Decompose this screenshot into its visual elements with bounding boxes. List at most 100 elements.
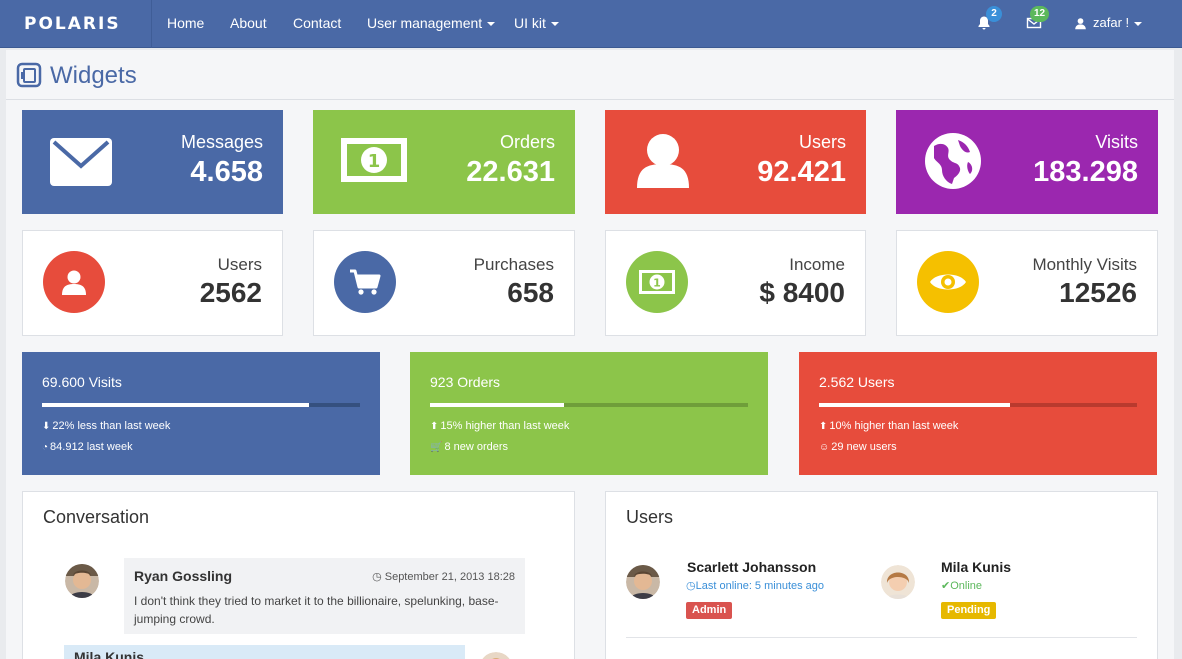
stat-card-messages: Messages 4.658: [22, 110, 283, 214]
message-bubble: Ryan Gossling ◷ September 21, 2013 18:28…: [124, 558, 525, 634]
panel-title: Users: [626, 507, 674, 527]
info-card-income: 1 Income $ 8400: [605, 230, 866, 336]
message-author: Mila Kunis: [74, 649, 145, 659]
user-name[interactable]: Scarlett Johansson: [687, 559, 816, 575]
user-menu-label: zafar !: [1093, 15, 1130, 30]
progress-line-1: ⬆ 15% higher than last week: [430, 420, 569, 432]
progress-card-visits: 69.600 Visits ⬇ 22% less than last week ◔…: [22, 352, 380, 475]
nav-user-management[interactable]: User management: [367, 0, 496, 48]
nav-about[interactable]: About: [230, 0, 267, 48]
avatar: [479, 652, 513, 659]
message-time-text: September 21, 2013 18:28: [384, 571, 515, 583]
money-icon: 1: [639, 270, 675, 294]
message-bubble-reply: Mila Kunis: [64, 645, 465, 659]
progress-title: 69.600 Visits: [42, 374, 122, 390]
user-icon: [1075, 18, 1086, 30]
avatar-image: [881, 565, 915, 599]
progress-fill: [430, 403, 564, 407]
avatar-image: [65, 564, 99, 598]
message-text: I don't think they tried to market it to…: [134, 594, 499, 626]
money-icon: 1: [341, 138, 407, 182]
card-value: 2562: [199, 277, 262, 308]
arrow-up-circle-icon: ⬆: [430, 420, 439, 432]
arrow-up-circle-icon: ⬆: [819, 420, 828, 432]
progress-line-1-text: 15% higher than last week: [440, 420, 570, 432]
progress-fill: [42, 403, 310, 407]
avatar-image: [626, 565, 660, 599]
progress-line-2: ☺ 29 new users: [819, 441, 897, 453]
user-status: ✔Online: [941, 579, 982, 592]
divider: [626, 637, 1137, 638]
stat-card-users: Users 92.421: [605, 110, 866, 214]
info-card-purchases: Purchases 658: [313, 230, 575, 336]
progress-line-2-text: 84.912 last week: [50, 441, 133, 453]
card-value: 658: [507, 277, 554, 308]
page-title: Widgets: [50, 62, 137, 89]
notifications-badge: 2: [986, 6, 1002, 22]
stat-label: Messages: [180, 132, 263, 152]
globe-icon: [925, 133, 981, 189]
user-icon: [637, 134, 689, 188]
nav-home-label: Home: [167, 15, 205, 31]
cart-icon: [350, 269, 381, 295]
progress-line-1-text: 22% less than last week: [52, 420, 171, 432]
nav-user-management-label: User management: [367, 15, 483, 31]
nav-home[interactable]: Home: [167, 0, 204, 48]
page-header: Widgets: [6, 50, 1174, 100]
card-value: $ 8400: [759, 277, 845, 308]
user-name[interactable]: Mila Kunis: [941, 559, 1011, 575]
card-label: Monthly Visits: [1032, 255, 1137, 274]
progress-title: 2.562 Users: [819, 374, 895, 390]
card-value: 12526: [1059, 277, 1137, 308]
chevron-down-icon: [487, 22, 496, 27]
stat-label: Visits: [1095, 132, 1138, 152]
nav-contact[interactable]: Contact: [293, 0, 341, 48]
user-status-text: Last online: 5 minutes ago: [695, 580, 825, 592]
avatar: [65, 564, 99, 598]
card-label: Users: [217, 255, 262, 274]
stat-label: Users: [798, 132, 846, 152]
panel-title: Conversation: [43, 507, 150, 527]
stat-value: 22.631: [466, 156, 555, 188]
users-panel: Users Scarlett Johansson ◷Last online: 5…: [605, 491, 1158, 659]
progress-bar: [819, 403, 1137, 407]
chevron-down-icon: [1134, 21, 1143, 26]
top-navbar: POLARIS Home About Contact User manageme…: [0, 0, 1182, 48]
message-time: ◷ September 21, 2013 18:28: [372, 570, 515, 583]
users-icon: ☺: [819, 441, 830, 453]
stat-card-visits: Visits 183.298: [896, 110, 1158, 214]
avatar: [881, 565, 915, 599]
progress-line-2-text: 29 new users: [831, 441, 897, 453]
progress-bar: [430, 403, 748, 407]
clock-icon: ◷: [686, 580, 696, 592]
user-status: ◷Last online: 5 minutes ago: [686, 579, 824, 592]
svg-text:1: 1: [653, 277, 661, 290]
card-label: Income: [789, 255, 845, 274]
progress-title: 923 Orders: [430, 374, 501, 390]
user-icon: [62, 270, 86, 295]
brand-name: POLARIS: [24, 14, 121, 34]
progress-fill: [819, 403, 1010, 407]
card-icon-circle: [43, 251, 105, 313]
svg-text:1: 1: [368, 151, 381, 172]
brand-logo[interactable]: POLARIS: [0, 0, 152, 48]
progress-card-users: 2.562 Users ⬆ 10% higher than last week ☺…: [799, 352, 1157, 475]
user-menu[interactable]: zafar !: [1074, 0, 1143, 48]
nav-ui-kit-label: UI kit: [514, 15, 546, 31]
progress-line-2-text: 8 new orders: [444, 441, 509, 453]
progress-line-2: 🛒 8 new orders: [430, 441, 508, 453]
clock-icon: ◔: [42, 441, 49, 453]
stat-value: 92.421: [757, 156, 846, 188]
progress-card-orders: 923 Orders ⬆ 15% higher than last week 🛒 8…: [410, 352, 768, 475]
stat-card-orders: 1 Orders 22.631: [313, 110, 575, 214]
stat-value: 183.298: [1033, 156, 1138, 188]
user-status-text: Online: [950, 580, 983, 592]
nav-about-label: About: [230, 15, 267, 31]
user-role-label: Admin: [686, 602, 733, 619]
nav-contact-label: Contact: [293, 15, 342, 31]
progress-line-1-text: 10% higher than last week: [829, 420, 959, 432]
progress-line-1: ⬇ 22% less than last week: [42, 420, 170, 432]
stat-value: 4.658: [190, 156, 263, 188]
card-icon-circle: 1: [626, 251, 688, 313]
nav-ui-kit[interactable]: UI kit: [514, 0, 559, 48]
